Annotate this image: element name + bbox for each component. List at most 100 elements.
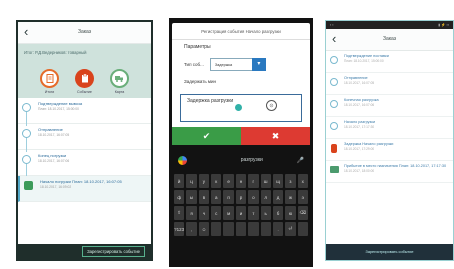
keyboard-key[interactable]: ж xyxy=(285,190,296,204)
keyboard-key[interactable]: б xyxy=(272,206,284,220)
event-text-field[interactable]: Задержка разгрузки xyxy=(180,94,302,122)
keyboard-key[interactable]: ⌫ xyxy=(297,206,308,220)
keyboard-key[interactable]: п xyxy=(223,190,234,204)
keyboard-key[interactable]: я xyxy=(186,206,197,220)
event-title: Начало разгрузки xyxy=(344,120,376,124)
truck-icon xyxy=(330,166,339,173)
keyboard-key[interactable]: з xyxy=(285,174,296,188)
keyboard-key[interactable]: с xyxy=(211,206,222,220)
order-header: Итог: Р.Д.Ведерников: товарный Итоги Соб… xyxy=(18,44,151,98)
keyboard-key[interactable]: ⏎ xyxy=(285,222,296,236)
keyboard-key[interactable]: . xyxy=(272,222,284,236)
event-title: Конечная разгрузка xyxy=(344,98,379,102)
action-buttons: Итоги Событие Карта xyxy=(24,69,145,94)
text-cursor-handle[interactable] xyxy=(235,104,242,111)
action-event-button[interactable]: Событие xyxy=(75,69,94,94)
event-title: Конец погрузки xyxy=(38,153,67,158)
keyboard-key[interactable]: и xyxy=(235,206,247,220)
keyboard-key[interactable]: щ xyxy=(272,174,284,188)
keyboard-key[interactable] xyxy=(297,222,308,236)
check-circle-icon xyxy=(330,122,338,130)
keyboard-key[interactable]: л xyxy=(260,190,271,204)
word-suggestion[interactable]: разгрузки xyxy=(207,157,297,163)
event-type-select[interactable]: Задержка ▾ xyxy=(209,58,266,71)
event-date: 18.10.2017, 16:07:05 xyxy=(344,81,375,85)
keyboard-key[interactable]: , xyxy=(186,222,197,236)
keyboard-key[interactable]: ч xyxy=(198,206,210,220)
keyboard-key[interactable]: э xyxy=(297,190,308,204)
timeline-event-current[interactable]: Начало погрузки План: 18.10.2017, 16:07:… xyxy=(18,176,151,202)
keyboard-key[interactable]: ц xyxy=(186,174,197,188)
keyboard-key[interactable]: р xyxy=(235,190,247,204)
event-title: Прибытие в место назначения План: 18.10.… xyxy=(344,164,447,168)
register-event-button[interactable]: Зарегистрировать событие xyxy=(366,250,414,254)
screen-order: ‹ Заказ Итог: Р.Д.Ведерников: товарный И… xyxy=(18,22,151,259)
screen-title: Заказ xyxy=(77,29,92,35)
confirm-button[interactable]: ✔ xyxy=(172,127,241,145)
keyboard-key[interactable] xyxy=(211,222,222,236)
keyboard-key[interactable]: д xyxy=(272,190,284,204)
keyboard-key[interactable] xyxy=(260,222,271,236)
keyboard-key[interactable]: ⇧ xyxy=(174,206,185,220)
keyboard-key[interactable]: ы xyxy=(186,190,197,204)
timeline-event[interactable]: Отправление 18.10.2017, 16:07:05 xyxy=(18,124,151,152)
action-label: Итоги xyxy=(44,90,55,94)
keyboard-key[interactable]: к xyxy=(211,174,222,188)
keyboard-key[interactable]: м xyxy=(223,206,234,220)
phone-event-dialog: Регистрация события Начало разгрузки Пар… xyxy=(169,18,313,267)
keyboard-key[interactable]: ф xyxy=(174,190,185,204)
keyboard-suggestion-bar: разгрузки 🎤 xyxy=(172,150,310,170)
action-results-button[interactable]: Итоги xyxy=(40,69,59,94)
check-circle-icon xyxy=(330,56,338,64)
microphone-icon[interactable]: 🎤 xyxy=(297,157,304,164)
keyboard-key[interactable]: ь xyxy=(260,206,271,220)
keyboard-key[interactable]: й xyxy=(174,174,185,188)
keyboard-key[interactable]: х xyxy=(297,174,308,188)
bottom-bar: Зарегистрировать событие xyxy=(18,244,151,259)
event-title: Подтверждение вывоза xyxy=(38,101,83,106)
action-map-button[interactable]: Карта xyxy=(110,69,129,94)
timeline-event[interactable]: Конечная разгрузка 18.10.2017, 16:07:06 xyxy=(326,95,453,117)
keyboard-key[interactable]: н xyxy=(235,174,247,188)
timeline-event[interactable]: Подтверждение вывоза План: 18.10.2017, 1… xyxy=(18,98,151,126)
event-registration-dialog: Регистрация события Начало разгрузки Пар… xyxy=(172,23,310,145)
keyboard-key[interactable] xyxy=(235,222,247,236)
keyboard-key[interactable]: г xyxy=(248,174,259,188)
keyboard-key[interactable]: е xyxy=(223,174,234,188)
event-text-value: Задержка разгрузки xyxy=(187,98,234,104)
keyboard-key[interactable]: о xyxy=(248,190,259,204)
keyboard-key[interactable]: у xyxy=(198,174,210,188)
timeline-event[interactable]: Прибытие в место назначения План: 18.10.… xyxy=(326,161,453,183)
dropdown-arrow-icon[interactable]: ▾ xyxy=(251,58,266,71)
keyboard-key[interactable]: в xyxy=(198,190,210,204)
cancel-button[interactable]: ✖ xyxy=(241,127,310,145)
truck-icon xyxy=(110,69,129,88)
event-title: Подтверждение поставки xyxy=(344,54,389,58)
timeline-event[interactable]: Начало разгрузки 18.10.2017, 17:17:30 xyxy=(326,117,453,139)
params-label: Параметры xyxy=(184,44,211,50)
timeline-event[interactable]: Конец погрузки 18.10.2017, 16:07:06 xyxy=(18,150,151,178)
keyboard-key[interactable]: ☺ xyxy=(198,222,210,236)
delay-label: Задержать мин xyxy=(184,79,217,84)
event-date: План: 18.10.2017, 15:00:00 xyxy=(344,59,384,63)
keyboard-key[interactable] xyxy=(223,222,234,236)
keyboard-key[interactable]: а xyxy=(211,190,222,204)
event-date: 18.10.2017, 16:07:06 xyxy=(344,103,375,107)
check-circle-icon xyxy=(22,155,31,164)
google-icon[interactable] xyxy=(178,155,187,165)
event-date: 18.10.2017, 17:17:30 xyxy=(344,125,375,129)
timeline-event[interactable]: Задержка Начало разгрузки 18.10.2017, 17:… xyxy=(326,139,453,161)
keyboard-key[interactable] xyxy=(248,222,259,236)
timeline-event[interactable]: Подтверждение поставки План: 18.10.2017, … xyxy=(326,51,453,73)
register-event-button[interactable]: Зарегистрировать событие xyxy=(82,246,145,257)
screenshot-collage: ‹ Заказ Итог: Р.Д.Ведерников: товарный И… xyxy=(0,0,454,269)
keyboard-key[interactable]: т xyxy=(248,206,259,220)
timeline-event[interactable]: Отправление 18.10.2017, 16:07:05 xyxy=(326,73,453,95)
keyboard-key[interactable]: ш xyxy=(260,174,271,188)
alert-icon xyxy=(331,144,337,153)
event-date: План: 18.10.2017, 15:00:00 xyxy=(38,107,79,111)
keyboard-key[interactable]: ?123 xyxy=(174,222,185,236)
keyboard-key[interactable]: ю xyxy=(285,206,296,220)
event-date: 18.10.2017, 16:07:06 xyxy=(38,159,70,163)
clipboard-icon xyxy=(75,69,94,88)
